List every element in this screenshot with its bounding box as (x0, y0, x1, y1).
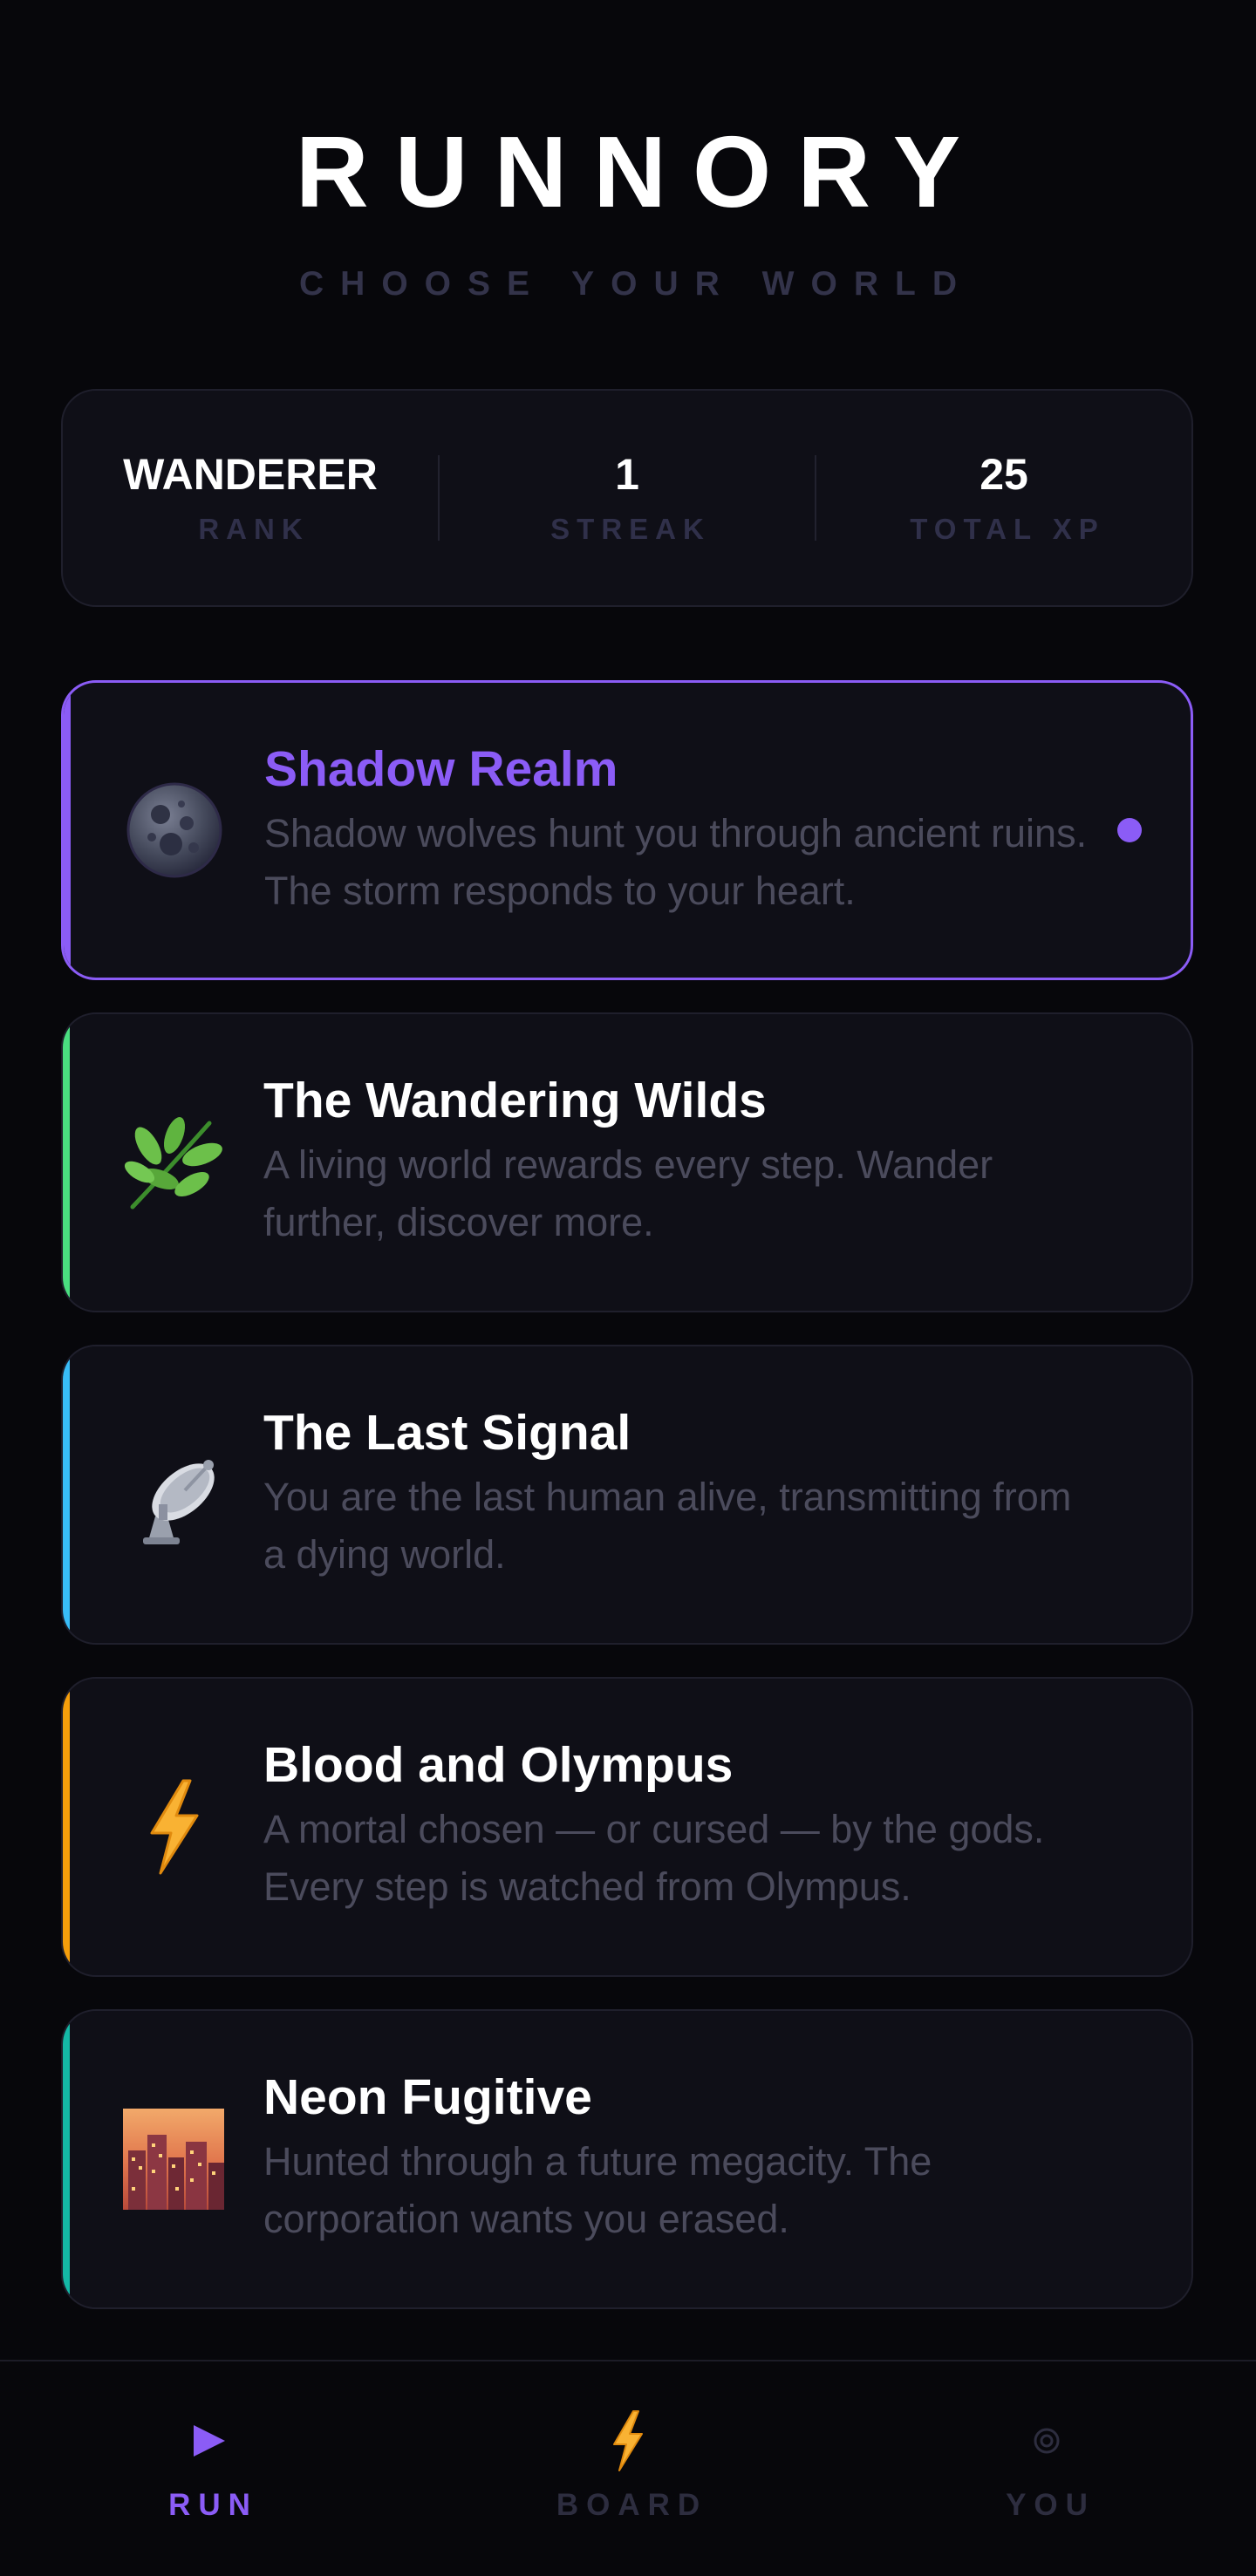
world-text: The Last Signal You are the last human a… (263, 1404, 1136, 1584)
world-text: The Wandering Wilds A living world rewar… (263, 1072, 1136, 1251)
stats-panel: WANDERER RANK 1 STREAK 25 TOTAL XP (61, 389, 1193, 607)
profile-ring-icon (837, 2410, 1256, 2471)
nav-label: YOU (1006, 2488, 1096, 2522)
herb-icon (122, 1111, 225, 1214)
stat-label: STREAK (550, 513, 711, 545)
stat-value: 1 (615, 450, 639, 499)
stat-streak: 1 STREAK (440, 449, 815, 547)
app-title: RUNNORY (295, 115, 987, 228)
lightning-icon (122, 1775, 225, 1878)
nav-item-run[interactable]: RUN (0, 2361, 419, 2576)
accent-bar (63, 1346, 70, 1643)
stat-rank: WANDERER RANK (63, 449, 438, 547)
accent-bar (63, 1014, 70, 1311)
nav-item-you[interactable]: YOU (837, 2361, 1256, 2576)
selected-indicator (1117, 818, 1142, 842)
world-card-wandering-wilds[interactable]: The Wandering Wilds A living world rewar… (61, 1012, 1193, 1312)
stat-total-xp: 25 TOTAL XP (816, 449, 1191, 547)
world-card-blood-and-olympus[interactable]: Blood and Olympus A mortal chosen — or c… (61, 1677, 1193, 1977)
world-card-neon-fugitive[interactable]: Neon Fugitive Hunted through a future me… (61, 2009, 1193, 2309)
stat-value: 25 (980, 450, 1028, 499)
accent-bar (64, 683, 71, 978)
world-text: Shadow Realm Shadow wolves hunt you thro… (264, 740, 1137, 920)
world-description: Hunted through a future megacity. The co… (263, 2139, 932, 2241)
world-name: Shadow Realm (264, 741, 618, 797)
satellite-dish-icon (122, 1443, 225, 1546)
world-description: A mortal chosen — or cursed — by the god… (263, 1807, 1045, 1909)
world-name: Blood and Olympus (263, 1737, 734, 1793)
stat-value: WANDERER (123, 450, 378, 499)
world-card-last-signal[interactable]: The Last Signal You are the last human a… (61, 1345, 1193, 1645)
world-description: Shadow wolves hunt you through ancient r… (264, 811, 1088, 913)
world-text: Blood and Olympus A mortal chosen — or c… (263, 1736, 1136, 1916)
world-name: Neon Fugitive (263, 2069, 592, 2125)
accent-bar (63, 1679, 70, 1975)
world-description: You are the last human alive, transmitti… (263, 1475, 1072, 1577)
world-text: Neon Fugitive Hunted through a future me… (263, 2068, 1136, 2248)
page-subtitle: CHOOSE YOUR WORLD (299, 265, 973, 303)
world-name: The Last Signal (263, 1405, 631, 1461)
moon-icon (123, 779, 226, 882)
header: RUNNORY CHOOSE YOUR WORLD (0, 115, 1256, 303)
world-select-screen: RUNNORY CHOOSE YOUR WORLD WANDERER RANK … (0, 0, 1256, 2576)
accent-bar (63, 2011, 70, 2307)
stat-label: TOTAL XP (910, 513, 1105, 545)
play-icon (0, 2410, 419, 2471)
lightning-icon (419, 2410, 837, 2471)
world-name: The Wandering Wilds (263, 1073, 767, 1128)
nav-label: BOARD (556, 2488, 708, 2522)
world-card-shadow-realm[interactable]: Shadow Realm Shadow wolves hunt you thro… (61, 680, 1193, 980)
city-sunset-icon (122, 2108, 225, 2211)
nav-item-board[interactable]: BOARD (419, 2361, 837, 2576)
nav-label: RUN (168, 2488, 258, 2522)
world-description: A living world rewards every step. Wande… (263, 1142, 993, 1244)
stat-label: RANK (198, 513, 310, 545)
world-list: Shadow Realm Shadow wolves hunt you thro… (61, 680, 1193, 2341)
bottom-nav: RUN BOARD YOU (0, 2360, 1256, 2576)
